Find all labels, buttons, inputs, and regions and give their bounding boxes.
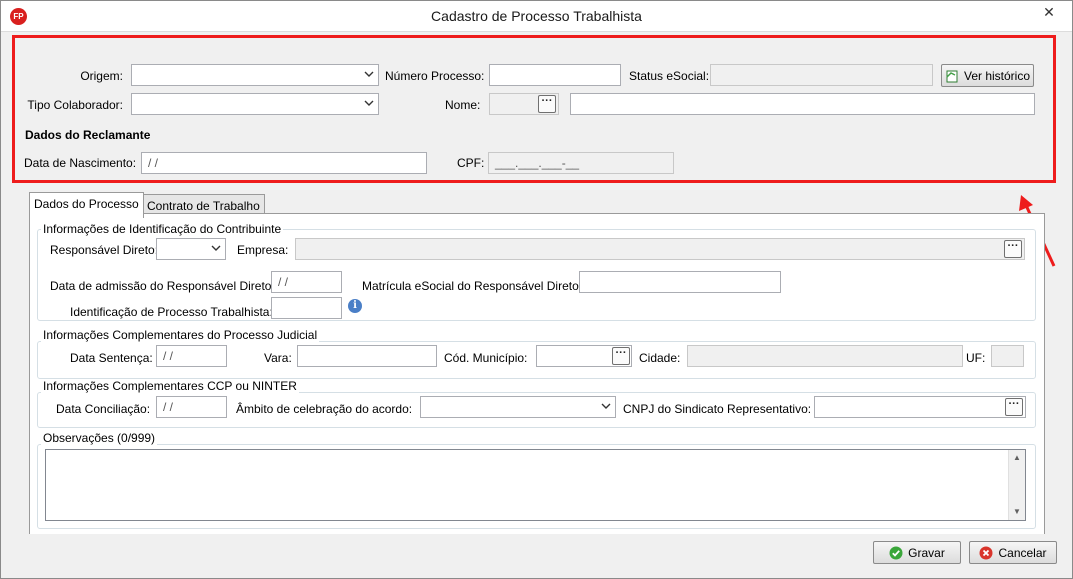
close-window-button[interactable]: ✕ — [1034, 2, 1064, 22]
chevron-down-icon — [211, 245, 221, 251]
matricula-label: Matrícula eSocial do Responsável Direto — [362, 279, 579, 293]
identificacao-input[interactable] — [271, 297, 342, 319]
observacoes-textarea[interactable]: ▲ ▼ — [45, 449, 1026, 521]
cod-municipio-lookup-button[interactable]: ··· — [612, 347, 630, 365]
title-bar: FP Cadastro de Processo Trabalhista ✕ — [1, 1, 1072, 32]
data-admissao-label: Data de admissão do Responsável Direto: — [50, 279, 275, 293]
data-sentenca-input[interactable]: / / — [156, 345, 227, 367]
window-title: Cadastro de Processo Trabalhista — [431, 8, 642, 24]
empresa-field — [295, 238, 1025, 260]
cod-municipio-label: Cód. Município: — [444, 351, 528, 365]
data-sentenca-label: Data Sentença: — [70, 351, 153, 365]
cnpj-sindicato-input[interactable] — [814, 396, 1026, 418]
data-conciliacao-label: Data Conciliação: — [56, 402, 151, 416]
cidade-label: Cidade: — [639, 351, 681, 365]
cancel-icon — [979, 546, 993, 559]
action-bar: Gravar Cancelar — [1, 534, 1072, 578]
cancelar-button[interactable]: Cancelar — [969, 541, 1057, 564]
tab-dados-processo[interactable]: Dados do Processo — [29, 192, 144, 218]
gravar-button[interactable]: Gravar — [873, 541, 961, 564]
cnpj-sindicato-label: CNPJ do Sindicato Representativo: — [623, 402, 812, 416]
data-admissao-input[interactable]: / / — [271, 271, 342, 293]
vara-label: Vara: — [264, 351, 292, 365]
ccp-group-title: Informações Complementares CCP ou NINTER — [41, 379, 299, 393]
cidade-field — [687, 345, 963, 367]
responsavel-direto-label: Responsável Direto: — [50, 243, 159, 257]
judicial-group-title: Informações Complementares do Processo J… — [41, 328, 320, 342]
gravar-label: Gravar — [908, 545, 945, 560]
empresa-lookup-button[interactable]: ··· — [1004, 240, 1022, 258]
info-icon[interactable]: i — [348, 299, 362, 313]
empresa-label: Empresa: — [237, 243, 289, 257]
scroll-up-icon[interactable]: ▲ — [1009, 450, 1025, 466]
identificacao-label: Identificação de Processo Trabalhista: — [70, 305, 273, 319]
ambito-select[interactable] — [420, 396, 616, 418]
data-conciliacao-input[interactable]: / / — [156, 396, 227, 418]
highlight-box — [12, 35, 1056, 183]
cancelar-label: Cancelar — [998, 545, 1047, 560]
tab-panel-dados-processo: Informações de Identificação do Contribu… — [29, 213, 1045, 535]
dialog-window: FP Cadastro de Processo Trabalhista ✕ Or… — [0, 0, 1073, 579]
check-icon — [889, 546, 903, 559]
ambito-label: Âmbito de celebração do acordo: — [236, 402, 413, 416]
matricula-input[interactable] — [579, 271, 781, 293]
responsavel-direto-select[interactable] — [156, 238, 226, 260]
uf-field — [991, 345, 1024, 367]
vara-input[interactable] — [297, 345, 437, 367]
contribuinte-group-title: Informações de Identificação do Contribu… — [41, 222, 284, 236]
chevron-down-icon — [601, 403, 611, 409]
scroll-down-icon[interactable]: ▼ — [1009, 504, 1025, 520]
uf-label: UF: — [966, 351, 986, 365]
cnpj-sindicato-lookup-button[interactable]: ··· — [1005, 398, 1023, 416]
observacoes-group-title: Observações (0/999) — [41, 431, 158, 445]
observacoes-scrollbar[interactable]: ▲ ▼ — [1008, 450, 1025, 520]
